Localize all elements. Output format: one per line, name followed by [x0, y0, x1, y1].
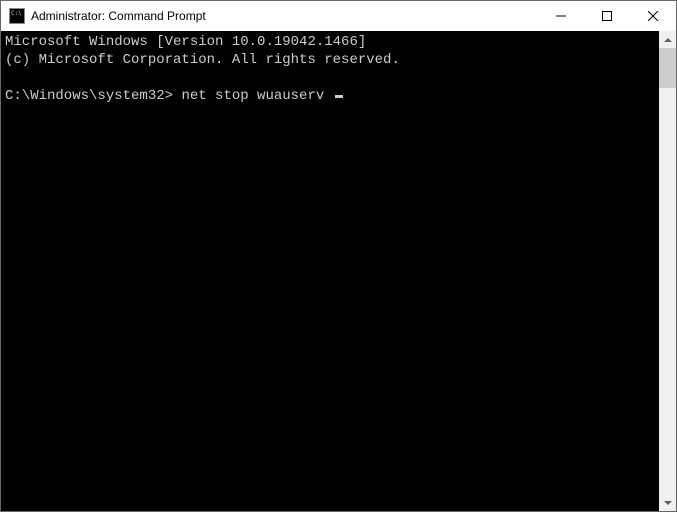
scrollbar-track[interactable] — [659, 48, 676, 494]
scroll-up-button[interactable] — [659, 31, 676, 48]
scrollbar-thumb[interactable] — [659, 48, 676, 88]
close-button[interactable] — [630, 1, 676, 31]
app-icon — [9, 8, 25, 24]
titlebar[interactable]: Administrator: Command Prompt — [1, 1, 676, 31]
window-title: Administrator: Command Prompt — [31, 9, 206, 23]
prompt-text: C:\Windows\system32> — [5, 88, 173, 104]
text-cursor — [335, 95, 343, 98]
maximize-button[interactable] — [584, 1, 630, 31]
typed-command: net stop wuauserv — [181, 88, 324, 104]
header-line-1: Microsoft Windows [Version 10.0.19042.14… — [5, 34, 366, 50]
terminal-output[interactable]: Microsoft Windows [Version 10.0.19042.14… — [1, 31, 659, 511]
vertical-scrollbar[interactable] — [659, 31, 676, 511]
minimize-button[interactable] — [538, 1, 584, 31]
window-controls — [538, 1, 676, 31]
client-area: Microsoft Windows [Version 10.0.19042.14… — [1, 31, 676, 511]
command-prompt-window: Administrator: Command Prompt Microsoft … — [0, 0, 677, 512]
header-line-2: (c) Microsoft Corporation. All rights re… — [5, 52, 400, 68]
scroll-down-button[interactable] — [659, 494, 676, 511]
